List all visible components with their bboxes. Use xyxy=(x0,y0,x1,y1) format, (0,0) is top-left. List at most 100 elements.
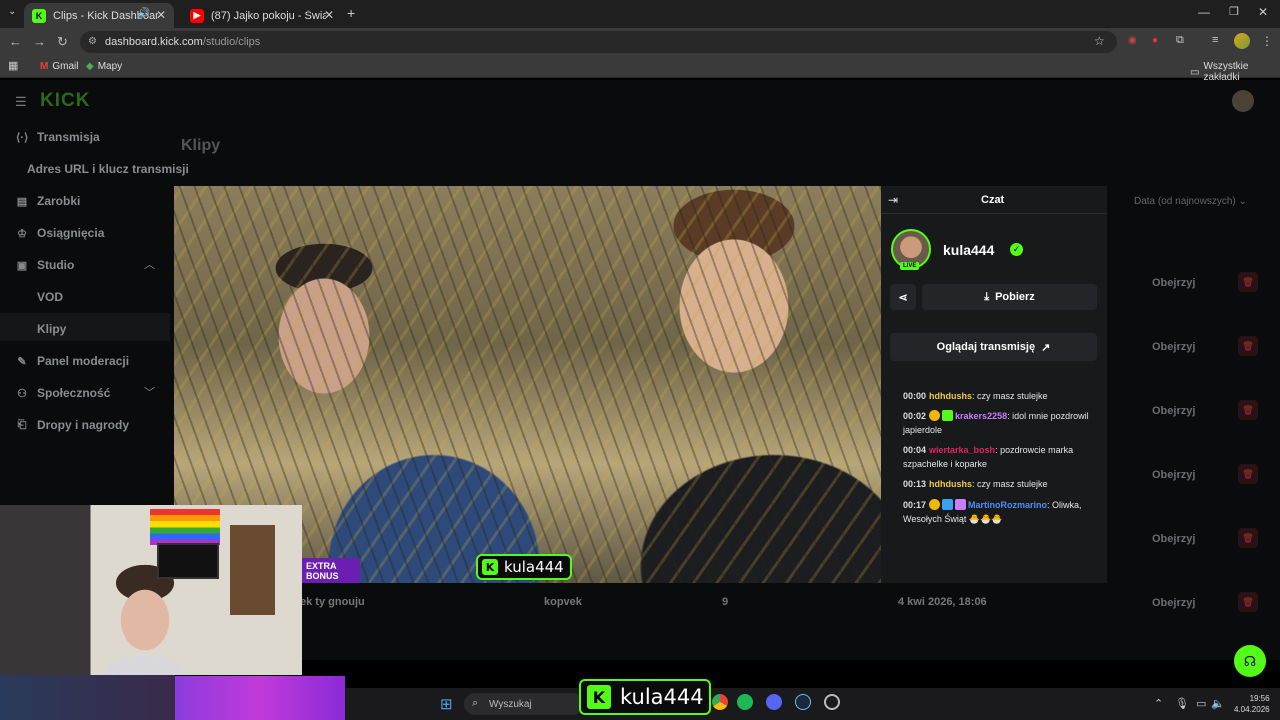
tab-clips[interactable]: K Clips - Kick Dashboard 🔊 ✕ xyxy=(24,3,174,28)
sidebar-item-label: Zarobki xyxy=(37,194,81,208)
delete-icon[interactable]: 🗑 xyxy=(1238,336,1258,356)
watch-button[interactable]: Obejrzyj xyxy=(1152,597,1195,609)
restore-icon[interactable]: ❐ xyxy=(1229,5,1239,18)
msg-user[interactable]: MartinoRozmarino xyxy=(968,500,1047,510)
extension-icon[interactable]: ● xyxy=(1152,35,1158,46)
watch-button[interactable]: Obejrzyj xyxy=(1152,405,1195,417)
menu-icon[interactable]: ⋮ xyxy=(1261,34,1273,48)
msg-user[interactable]: hdhdushs xyxy=(929,479,972,489)
gift-icon: ⎗ xyxy=(17,418,27,431)
earnings-icon: ▤ xyxy=(16,195,28,208)
msg-user[interactable]: hdhdushs xyxy=(929,391,972,401)
download-label: Pobierz xyxy=(995,291,1035,303)
tab-search-icon[interactable]: ⌄ xyxy=(8,6,16,17)
volume-icon[interactable]: 🔈 xyxy=(1211,697,1225,710)
speaker-icon[interactable]: 🔊 xyxy=(138,8,150,19)
kick-logo[interactable]: KICK xyxy=(40,90,90,112)
sidebar-item-transmisja[interactable]: ⟨·⟩ Transmisja xyxy=(16,130,100,144)
channel-name[interactable]: kula444 xyxy=(943,242,994,258)
bookmark-label: Mapy xyxy=(97,61,123,72)
watch-button[interactable]: Obejrzyj xyxy=(1152,533,1195,545)
sort-dropdown[interactable]: Data (od najnowszych) ⌄ xyxy=(1134,196,1247,207)
sidebar-item-zarobki[interactable]: ▤ Zarobki xyxy=(16,194,81,208)
share-button[interactable]: ⋖ xyxy=(890,284,916,310)
sidebar-item-stream-key[interactable]: Adres URL i klucz transmisji xyxy=(27,162,189,176)
chat-message: 00:17 MartinoRozmarino: Oliwka, Wesołych … xyxy=(903,498,1093,526)
spotify-icon[interactable] xyxy=(737,694,753,710)
chevron-up-icon[interactable]: ︿ xyxy=(144,256,155,272)
download-button[interactable]: ⤓ Pobierz xyxy=(922,284,1097,310)
close-tab-icon[interactable]: ✕ xyxy=(324,8,334,22)
site-info-icon[interactable]: ⚙ xyxy=(88,36,97,47)
apps-grid-icon[interactable]: ▦ xyxy=(8,59,18,72)
reload-icon[interactable]: ↻ xyxy=(57,34,68,50)
close-window-icon[interactable]: ✕ xyxy=(1258,5,1268,19)
user-avatar[interactable] xyxy=(1232,90,1254,112)
watch-stream-button[interactable]: Oglądaj transmisję ↗ xyxy=(890,333,1097,361)
tray-chevron-icon[interactable]: ⌃ xyxy=(1154,697,1163,710)
app-icon[interactable] xyxy=(824,694,840,710)
sidebar-item-label: Społeczność xyxy=(37,386,111,400)
minimize-icon[interactable]: — xyxy=(1198,5,1210,19)
watch-button[interactable]: Obejrzyj xyxy=(1152,341,1195,353)
sidebar-item-panel-moderacji[interactable]: ✎ Panel moderacji xyxy=(16,354,129,368)
clip-author: kopvek xyxy=(544,596,582,608)
purple-overlay-strip xyxy=(175,676,345,720)
sidebar-item-klipy[interactable]: Klipy xyxy=(37,322,66,336)
url-text[interactable]: dashboard.kick.com/studio/clips xyxy=(105,36,260,48)
sidebar-item-dropy[interactable]: ⎗ Dropy i nagrody xyxy=(16,418,129,432)
profile-avatar[interactable] xyxy=(1234,33,1250,49)
clock-time: 19:56 xyxy=(1249,694,1270,703)
chrome-taskbar-icon[interactable] xyxy=(712,694,728,710)
msg-user[interactable]: krakers2258 xyxy=(955,411,1007,421)
bookmark-star-icon[interactable]: ☆ xyxy=(1094,34,1105,48)
forward-icon[interactable]: → xyxy=(33,34,46,49)
sub-badge-icon xyxy=(929,410,941,421)
clock[interactable]: 19:56 4.04.2026 xyxy=(1234,693,1270,715)
extension-icon[interactable]: ◉ xyxy=(1128,35,1137,46)
msg-time: 00:17 xyxy=(903,500,927,510)
sidebar-item-label: Osiągnięcia xyxy=(37,226,105,240)
microphone-icon[interactable]: 🎙 xyxy=(1175,697,1189,710)
kick-favicon-icon: K xyxy=(32,8,46,23)
chat-panel: ⇥ Czat LIVE kula444 ✓ ⋖ ⤓ Pobierz Oglądaj… xyxy=(881,186,1107,583)
back-icon[interactable]: ← xyxy=(9,34,22,49)
windows-start-icon[interactable]: ⊞ xyxy=(440,695,453,713)
sidebar-item-vod[interactable]: VOD xyxy=(37,290,63,304)
sidebar-selected-bg xyxy=(0,313,170,341)
bookmarks-bar: ▦ M Gmail ◆ Mapy ▭ Wszystkie zakładki xyxy=(0,56,1280,83)
extensions-puzzle-icon[interactable]: ⧉ xyxy=(1176,34,1184,47)
watch-stream-label: Oglądaj transmisję xyxy=(936,341,1036,353)
media-icon[interactable]: ≡ xyxy=(1212,34,1218,46)
close-tab-icon[interactable]: ✕ xyxy=(156,8,166,22)
network-icon[interactable]: ▭ xyxy=(1196,697,1206,710)
sidebar-item-osiagniecia[interactable]: ♔ Osiągnięcia xyxy=(16,226,104,240)
delete-icon[interactable]: 🗑 xyxy=(1238,464,1258,484)
chevron-down-icon[interactable]: ﹀ xyxy=(144,384,155,400)
hamburger-icon[interactable]: ☰ xyxy=(15,94,27,110)
bookmark-maps[interactable]: ◆ Mapy xyxy=(86,61,122,72)
watch-button[interactable]: Obejrzyj xyxy=(1152,277,1195,289)
sidebar-item-spolecznosc[interactable]: ⚇ Społeczność xyxy=(16,386,110,400)
delete-icon[interactable]: 🗑 xyxy=(1238,528,1258,548)
bonus-label: BONUS xyxy=(306,571,339,581)
delete-icon[interactable]: 🗑 xyxy=(1238,592,1258,612)
msg-user[interactable]: wiertarka_bosh xyxy=(929,445,995,455)
gmail-icon: M xyxy=(40,61,49,72)
support-headset-icon[interactable]: ☊ xyxy=(1234,645,1266,677)
taskbar-search[interactable]: ⌕ Wyszukaj xyxy=(464,693,584,715)
tab-youtube[interactable]: ▶ (87) Jajko pokoju - Świat według ✕ xyxy=(182,3,342,28)
delete-icon[interactable]: 🗑 xyxy=(1238,272,1258,292)
discord-icon[interactable] xyxy=(766,694,782,710)
new-tab-icon[interactable]: + xyxy=(347,5,355,21)
collapse-chat-icon[interactable]: ⇥ xyxy=(888,193,898,207)
bookmark-gmail[interactable]: M Gmail xyxy=(40,61,78,72)
watch-button[interactable]: Obejrzyj xyxy=(1152,469,1195,481)
sidebar-item-studio[interactable]: ▣ Studio xyxy=(16,258,75,272)
broadcast-icon: ⟨·⟩ xyxy=(16,131,29,144)
steam-icon[interactable] xyxy=(795,694,811,710)
delete-icon[interactable]: 🗑 xyxy=(1238,400,1258,420)
msg-time: 00:04 xyxy=(903,445,927,455)
msg-time: 00:02 xyxy=(903,411,927,421)
clip-title: ek ty gnouju xyxy=(300,596,365,608)
